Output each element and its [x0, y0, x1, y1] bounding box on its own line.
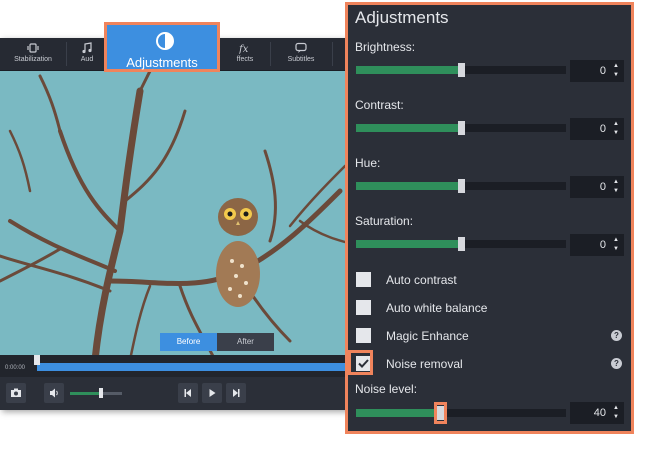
tool-subtitles[interactable]: Subtitles [271, 38, 331, 70]
volume-fill [70, 392, 101, 395]
fx-icon: fx [239, 44, 249, 54]
tool-label: ffects [236, 56, 254, 63]
adjustments-panel: Adjustments Brightness: 0 ▲ ▼ Contrast: 0 ▲… [345, 2, 634, 434]
noise-level-label: Noise level: [355, 382, 418, 396]
tool-effects[interactable]: fx ffects [220, 38, 270, 70]
mute-button[interactable] [44, 383, 64, 403]
owl-on-branches-image [0, 71, 360, 360]
speaker-icon [50, 388, 58, 398]
brightness-handle[interactable] [458, 63, 465, 77]
brightness-label: Brightness: [355, 40, 416, 54]
saturation-handle[interactable] [458, 237, 465, 251]
saturation-label: Saturation: [355, 214, 414, 228]
auto-white-balance-label: Auto white balance [386, 301, 488, 315]
help-icon[interactable]: ? [611, 330, 622, 341]
previous-frame-button[interactable] [178, 383, 198, 403]
hue-spinbox[interactable]: 0 ▲ ▼ [570, 176, 624, 198]
tool-label: Stabilization [14, 56, 52, 63]
noise-level-slider[interactable] [356, 406, 566, 420]
panel-title: Adjustments [355, 8, 449, 27]
volume-handle[interactable] [99, 388, 103, 398]
video-preview [0, 71, 360, 360]
brightness-spinbox[interactable]: 0 ▲ ▼ [570, 60, 624, 82]
speech-bubble-icon [295, 42, 307, 53]
timeline[interactable]: 0:00:00 [0, 355, 360, 377]
saturation-value: 0 [599, 239, 606, 251]
noise-level-spinbox[interactable]: 40 ▲ ▼ [570, 402, 624, 424]
snapshot-button[interactable] [6, 383, 26, 403]
skip-forward-icon [233, 389, 240, 397]
spin-down-icon[interactable]: ▼ [613, 246, 619, 252]
magic-enhance-checkbox[interactable] [356, 328, 371, 343]
noise-removal-label: Noise removal [386, 357, 463, 371]
spin-up-icon[interactable]: ▲ [613, 405, 619, 411]
spin-up-icon[interactable]: ▲ [613, 179, 619, 185]
stabilization-icon [27, 43, 39, 53]
spin-down-icon[interactable]: ▼ [613, 414, 619, 420]
play-button[interactable] [202, 383, 222, 403]
brightness-slider[interactable] [356, 63, 566, 77]
music-note-icon [82, 42, 92, 54]
magic-enhance-label: Magic Enhance [386, 329, 469, 343]
spin-up-icon[interactable]: ▲ [613, 237, 619, 243]
camera-icon [11, 388, 21, 397]
editor-window: Stabilization Aud fx ffects Subtitles Be… [0, 38, 360, 410]
spin-down-icon[interactable]: ▼ [613, 130, 619, 136]
hue-label: Hue: [355, 156, 381, 170]
after-button[interactable]: After [217, 333, 274, 351]
before-after-toggle: Before After [160, 333, 274, 351]
noise-level-handle-highlight [434, 402, 447, 424]
brightness-value: 0 [599, 65, 606, 77]
spin-up-icon[interactable]: ▲ [613, 63, 619, 69]
noise-removal-highlight [348, 350, 373, 375]
spin-down-icon[interactable]: ▼ [613, 72, 619, 78]
tool-label: Subtitles [287, 56, 315, 63]
hue-value: 0 [599, 181, 606, 193]
contrast-circle-icon [156, 32, 174, 50]
hue-slider[interactable] [356, 179, 566, 193]
playback-controls [0, 379, 360, 410]
contrast-label: Contrast: [355, 98, 404, 112]
contrast-slider[interactable] [356, 121, 566, 135]
contrast-value: 0 [599, 123, 606, 135]
auto-white-balance-checkbox[interactable] [356, 300, 371, 315]
spin-up-icon[interactable]: ▲ [613, 121, 619, 127]
auto-contrast-checkbox[interactable] [356, 272, 371, 287]
skip-back-icon [184, 389, 191, 397]
help-icon[interactable]: ? [611, 358, 622, 369]
play-icon [209, 389, 216, 397]
hue-handle[interactable] [458, 179, 465, 193]
saturation-spinbox[interactable]: 0 ▲ ▼ [570, 234, 624, 256]
saturation-slider[interactable] [356, 237, 566, 251]
next-frame-button[interactable] [226, 383, 246, 403]
adjustments-tab-label: Adjustments [126, 55, 198, 70]
playhead-handle[interactable] [34, 355, 40, 365]
contrast-handle[interactable] [458, 121, 465, 135]
timeline-track[interactable] [37, 363, 360, 371]
before-button[interactable]: Before [160, 333, 217, 351]
timeline-time: 0:00:00 [5, 365, 26, 371]
adjustments-tab-callout[interactable]: Adjustments [104, 22, 220, 72]
tool-label: Aud [80, 56, 94, 63]
volume-slider[interactable] [70, 388, 122, 398]
tool-audio[interactable]: Aud [67, 38, 107, 70]
svg-text:fx: fx [239, 44, 249, 54]
auto-contrast-label: Auto contrast [386, 273, 457, 287]
tool-stabilization[interactable]: Stabilization [0, 38, 66, 70]
noise-level-value: 40 [593, 407, 606, 419]
contrast-spinbox[interactable]: 0 ▲ ▼ [570, 118, 624, 140]
spin-down-icon[interactable]: ▼ [613, 188, 619, 194]
